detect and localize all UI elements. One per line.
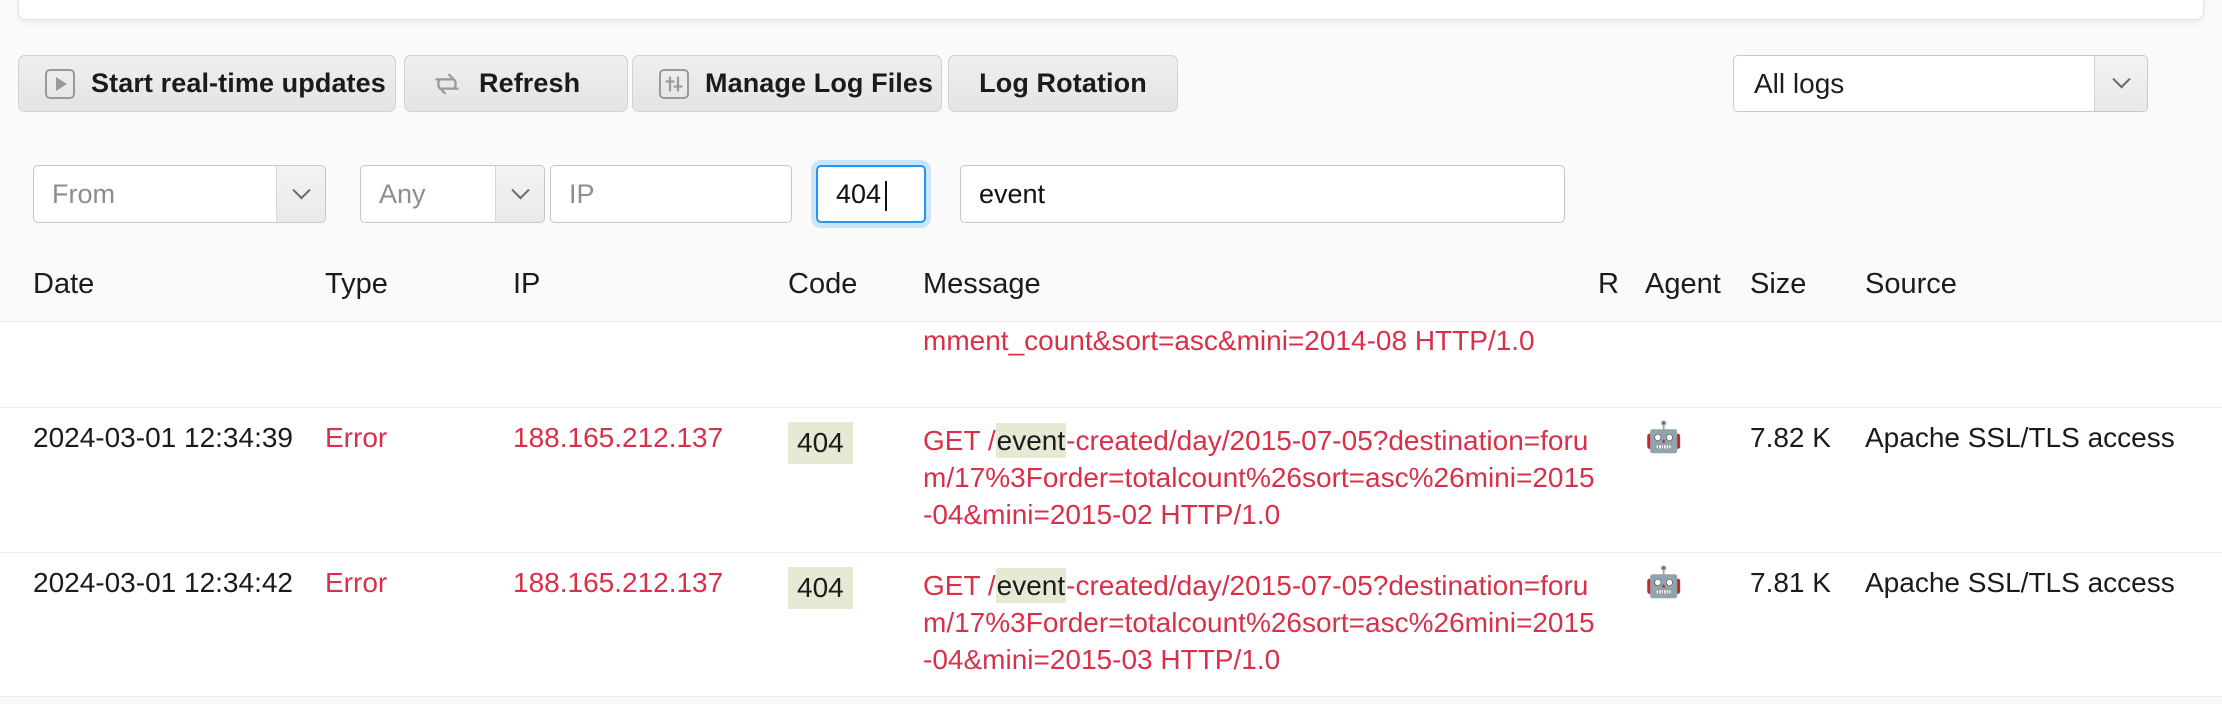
column-header-source[interactable]: Source: [1865, 268, 2205, 301]
date-from-value[interactable]: From: [34, 166, 277, 222]
ip-filter-placeholder: IP: [569, 178, 595, 209]
cell-type: Error: [325, 566, 388, 598]
code-filter-value: 404: [836, 178, 888, 211]
cell-size: 7.81 K: [1750, 566, 1831, 598]
log-source-select[interactable]: All logs: [1733, 55, 2148, 112]
type-filter[interactable]: Any: [360, 165, 545, 223]
refresh-arrows-icon: [431, 68, 463, 100]
cell-message: GET /event-created/day/2015-07-05?destin…: [923, 422, 1598, 534]
status-badge: 404: [788, 566, 853, 609]
cell-agent: 🤖: [1645, 422, 1750, 534]
refresh-label: Refresh: [479, 68, 581, 98]
column-header-ip[interactable]: IP: [513, 268, 788, 301]
message-text-pre: GET /: [923, 569, 996, 601]
cell-source: Apache SSL/TLS access: [1865, 566, 2175, 598]
search-filter-value: event: [979, 178, 1046, 209]
cell-ip: 188.165.212.137: [513, 422, 724, 453]
column-header-agent[interactable]: Agent: [1645, 268, 1750, 301]
toolbar: Start real-time updates Refresh Manage L…: [0, 55, 2222, 117]
search-filter-input[interactable]: event: [960, 165, 1565, 223]
log-rotation-label: Log Rotation: [979, 68, 1147, 98]
table-row[interactable]: mment_count&sort=asc&mini=2014-08 HTTP/1…: [0, 322, 2222, 408]
log-rotation-button[interactable]: Log Rotation: [948, 55, 1178, 112]
filter-bar: From Any IP 404 event: [0, 165, 2222, 235]
cell-r: [1598, 322, 1645, 389]
sliders-square-icon: [659, 68, 689, 99]
cell-message: GET /event-created/day/2015-07-05?destin…: [923, 567, 1598, 679]
cell-code: [788, 322, 923, 389]
robot-icon: 🤖: [1645, 421, 1683, 454]
cell-size: [1750, 322, 1865, 389]
cell-code: 404: [788, 566, 923, 679]
cell-type: Error: [325, 422, 388, 453]
robot-icon: 🤖: [1645, 565, 1683, 599]
cell-r: [1598, 567, 1645, 679]
column-header-date[interactable]: Date: [0, 268, 325, 301]
ip-filter-input[interactable]: IP: [550, 165, 792, 223]
start-realtime-updates-button[interactable]: Start real-time updates: [18, 55, 396, 112]
type-filter-chevron-down-icon[interactable]: [496, 166, 544, 222]
start-realtime-updates-label: Start real-time updates: [91, 68, 386, 98]
manage-log-files-button[interactable]: Manage Log Files: [632, 55, 942, 112]
cell-code: 404: [788, 422, 923, 534]
log-viewer-page: Start real-time updates Refresh Manage L…: [0, 0, 2222, 704]
log-source-chevron-down-icon[interactable]: [2095, 56, 2147, 111]
message-highlight: event: [995, 423, 1067, 458]
code-filter-input[interactable]: 404: [816, 165, 926, 223]
cell-date: [0, 322, 325, 389]
message-highlight: event: [995, 567, 1067, 603]
status-badge: 404: [788, 422, 853, 464]
cell-message: mment_count&sort=asc&mini=2014-08 HTTP/1…: [923, 322, 1598, 389]
message-text-pre: GET /: [923, 425, 996, 456]
cell-date: 2024-03-01 12:34:42: [33, 566, 293, 598]
cell-date: 2024-03-01 12:34:39: [33, 422, 293, 453]
date-from-filter[interactable]: From: [33, 165, 326, 223]
refresh-button[interactable]: Refresh: [404, 55, 628, 112]
table-row[interactable]: 2024-03-01 12:34:39 Error 188.165.212.13…: [0, 408, 2222, 553]
cell-agent: 🤖: [1645, 567, 1750, 679]
column-header-r[interactable]: R: [1598, 268, 1645, 301]
cell-ip: [513, 322, 788, 389]
type-filter-value[interactable]: Any: [361, 166, 496, 222]
table-row[interactable]: 2024-03-01 12:34:42 Error 188.165.212.13…: [0, 552, 2222, 698]
cell-r: [1598, 422, 1645, 534]
play-square-icon: [45, 68, 75, 99]
table-header-row: Date Type IP Code Message R Agent Size S…: [0, 248, 2222, 322]
cell-type: [325, 322, 513, 389]
manage-log-files-label: Manage Log Files: [705, 68, 934, 98]
log-source-value[interactable]: All logs: [1734, 56, 2095, 111]
cell-source: Apache SSL/TLS access: [1865, 422, 2175, 453]
log-table: Date Type IP Code Message R Agent Size S…: [0, 248, 2222, 704]
cell-ip: 188.165.212.137: [513, 566, 724, 598]
top-panel-card: [18, 0, 2204, 20]
message-text-post: mment_count&sort=asc&mini=2014-08 HTTP/1…: [923, 325, 1535, 356]
column-header-type[interactable]: Type: [325, 268, 513, 301]
cell-size: 7.82 K: [1750, 422, 1831, 453]
date-from-chevron-down-icon[interactable]: [277, 166, 325, 222]
column-header-size[interactable]: Size: [1750, 268, 1865, 301]
cell-agent: [1645, 322, 1750, 389]
cell-source: [1865, 322, 2205, 389]
column-header-message[interactable]: Message: [923, 268, 1598, 301]
column-header-code[interactable]: Code: [788, 268, 923, 301]
